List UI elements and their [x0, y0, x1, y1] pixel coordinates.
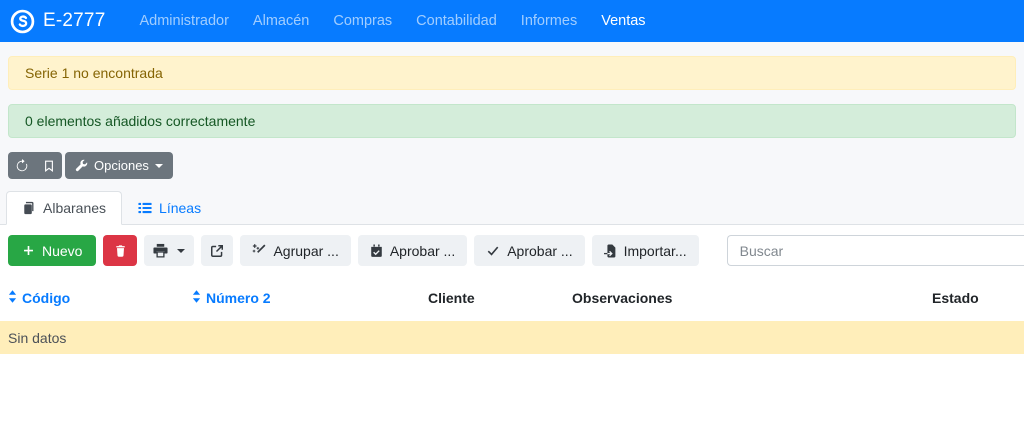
tab-lineas-label: Líneas	[159, 200, 201, 216]
group-button-label: Agrupar ...	[273, 243, 338, 259]
copy-icon	[22, 201, 36, 215]
column-label: Número 2	[206, 290, 271, 306]
nav-item-contabilidad[interactable]: Contabilidad	[404, 0, 509, 42]
caret-down-icon	[177, 249, 185, 253]
tab-albaranes-label: Albaranes	[43, 200, 106, 216]
column-header-cliente: Cliente	[420, 275, 564, 321]
sort-codigo-link[interactable]: Código	[8, 290, 70, 306]
nav-item-compras[interactable]: Compras	[321, 0, 404, 42]
check-icon	[486, 244, 500, 257]
sort-icon	[192, 290, 201, 306]
brand[interactable]: E-2777	[10, 9, 105, 34]
content-panel: Nuevo	[0, 225, 1024, 434]
group-button[interactable]: Agrupar ...	[240, 235, 350, 266]
refresh-button[interactable]	[8, 152, 35, 179]
column-header-estado: Estado	[924, 275, 1024, 321]
facturascripts-logo-icon	[10, 9, 35, 34]
approve-calendar-label: Aprobar ...	[390, 243, 455, 259]
tab-bar: Albaranes Líneas	[0, 191, 1024, 225]
action-bar: Opciones	[8, 152, 1016, 179]
nav-item-informes[interactable]: Informes	[509, 0, 589, 42]
refresh-icon	[15, 159, 29, 173]
list-icon	[138, 201, 152, 215]
file-import-icon	[604, 244, 617, 258]
trash-icon	[114, 244, 127, 258]
delete-button[interactable]	[103, 235, 137, 266]
approve-check-button[interactable]: Aprobar ...	[474, 235, 584, 266]
empty-row: Sin datos	[0, 321, 1024, 354]
success-alert: 0 elementos añadidos correctamente	[8, 104, 1016, 138]
new-button-label: Nuevo	[42, 243, 82, 259]
brand-text: E-2777	[43, 10, 105, 32]
column-label: Código	[22, 290, 70, 306]
calendar-check-icon	[370, 244, 383, 258]
import-button[interactable]: Importar...	[592, 235, 699, 266]
tab-lineas[interactable]: Líneas	[122, 191, 217, 225]
bookmark-button[interactable]	[35, 152, 62, 179]
empty-message: Sin datos	[0, 321, 1024, 354]
wrench-icon	[75, 159, 88, 172]
column-header-codigo: Código	[0, 275, 184, 321]
import-button-label: Importar...	[624, 243, 687, 259]
upper-section: Serie 1 no encontrada 0 elementos añadid…	[0, 42, 1024, 225]
bookmark-icon	[43, 159, 55, 173]
printer-icon	[153, 243, 168, 258]
column-header-observaciones: Observaciones	[564, 275, 924, 321]
list-toolbar: Nuevo	[0, 225, 1024, 275]
top-navbar: E-2777 Administrador Almacén Compras Con…	[0, 0, 1024, 42]
sort-numero2-link[interactable]: Número 2	[192, 290, 271, 306]
new-button[interactable]: Nuevo	[8, 235, 96, 266]
external-link-button[interactable]	[201, 235, 233, 266]
caret-down-icon	[155, 164, 163, 168]
approve-calendar-button[interactable]: Aprobar ...	[358, 235, 467, 266]
options-dropdown-button[interactable]: Opciones	[65, 152, 173, 179]
print-dropdown-button[interactable]	[144, 235, 194, 266]
tab-albaranes[interactable]: Albaranes	[6, 191, 122, 225]
nav-item-administrador[interactable]: Administrador	[127, 0, 240, 42]
table-header-row: Código Número 2 Clien	[0, 275, 1024, 321]
approve-check-label: Aprobar ...	[507, 243, 572, 259]
column-header-numero2: Número 2	[184, 275, 420, 321]
external-link-icon	[210, 244, 224, 258]
page: E-2777 Administrador Almacén Compras Con…	[0, 0, 1024, 434]
magic-wand-icon	[252, 244, 266, 258]
nav-item-ventas[interactable]: Ventas	[589, 0, 657, 42]
plus-icon	[22, 244, 35, 257]
options-label: Opciones	[94, 158, 149, 173]
sort-icon	[8, 290, 17, 306]
search-input[interactable]	[727, 235, 1024, 266]
records-table: Código Número 2 Clien	[0, 275, 1024, 354]
nav-item-almacen[interactable]: Almacén	[241, 0, 321, 42]
warning-alert: Serie 1 no encontrada	[8, 56, 1016, 90]
